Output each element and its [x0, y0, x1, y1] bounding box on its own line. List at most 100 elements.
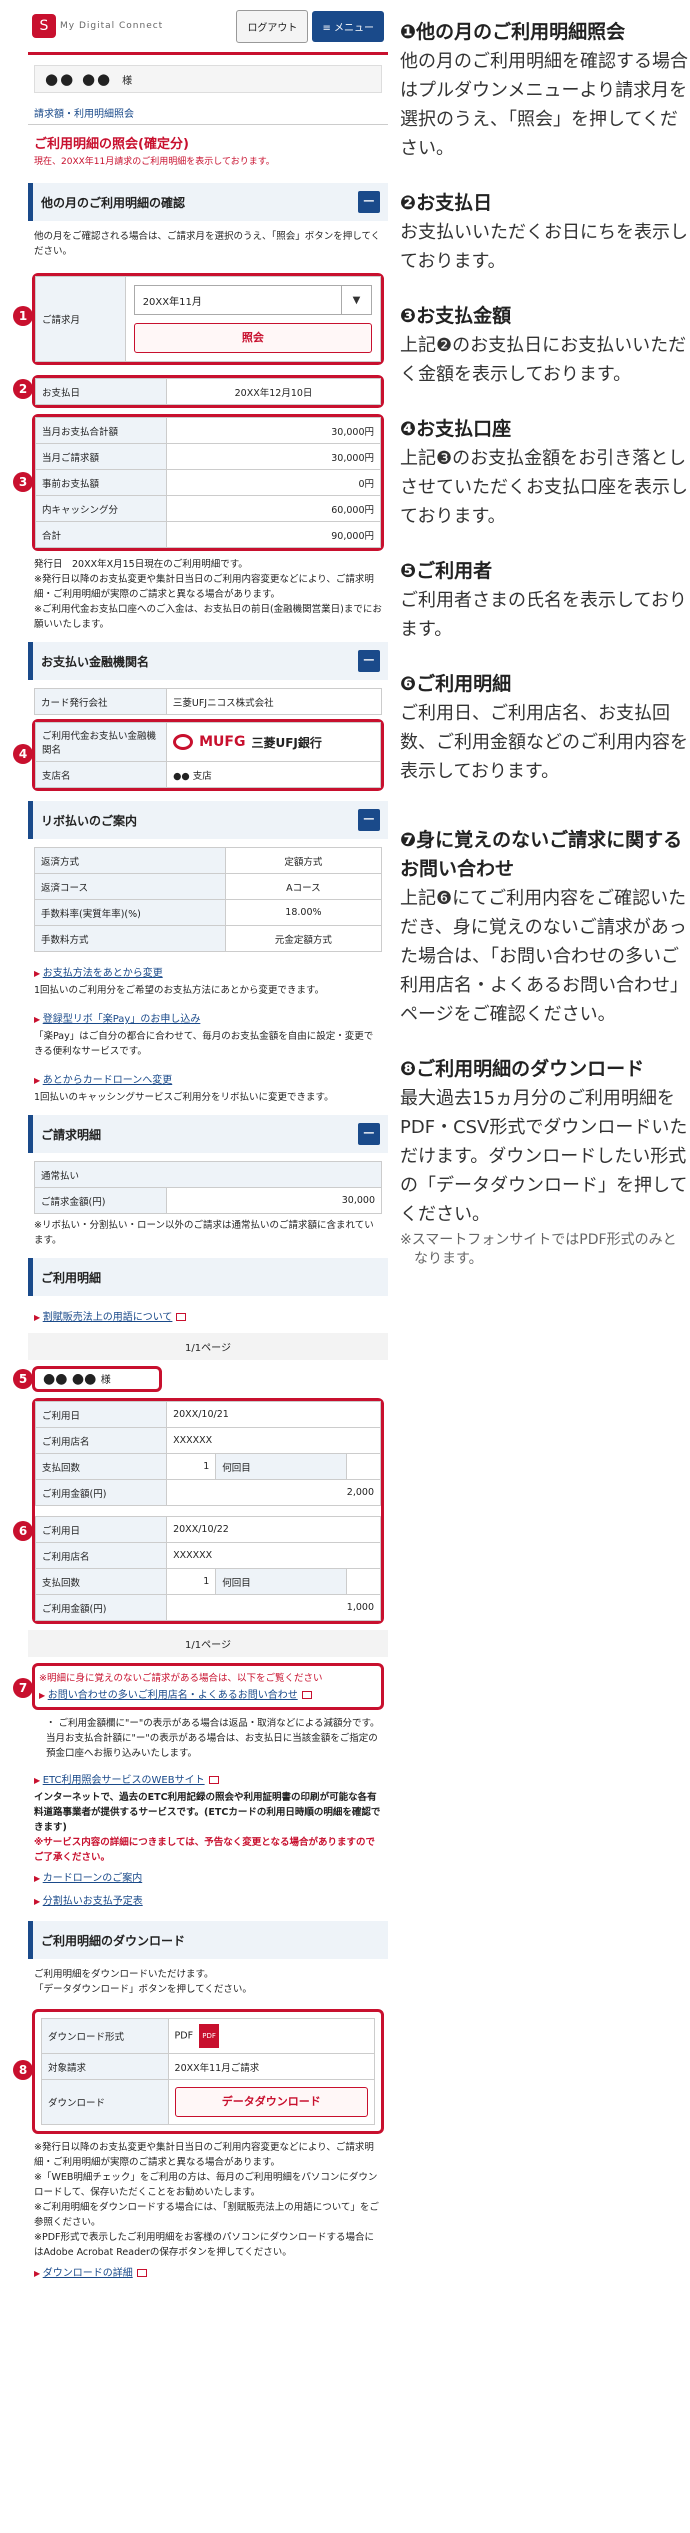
annotation-body: 他の月のご利用明細を確認する場合はプルダウンメニューより請求月を選択のうえ、「照… — [400, 51, 688, 159]
amount-label: 内キャッシング分 — [34, 495, 168, 522]
revo-link[interactable]: 登録型リボ「楽Pay」のお申し込み — [28, 1006, 388, 1029]
revo-link[interactable]: お支払方法をあとから変更 — [28, 960, 388, 983]
revo-table: 返済方式 定額方式 返済コース Aコース 手数料率(実質年率)(%) 18.00% 手数料方… — [34, 847, 383, 952]
collapse-icon[interactable]: − — [358, 809, 380, 831]
revo-label: 返済方式 — [34, 847, 226, 874]
pager-top: 1/1ページ — [28, 1333, 388, 1360]
external-link-icon — [301, 1691, 312, 1699]
usage-store-value: XXXXXX — [166, 1542, 381, 1569]
revo-link-desc: 1回払いのキャッシングサービスご利用分をリボ払いに変更できます。 — [34, 1092, 334, 1103]
amount-row: 当月ご請求額 30,000円 — [34, 443, 381, 470]
marker-4: 4 — [13, 744, 33, 764]
bank-name-label: ご利用代金お支払い金融機関名 — [34, 722, 168, 762]
revo-link[interactable]: あとからカードローンへ変更 — [28, 1067, 388, 1090]
download-format-cell[interactable]: PDF PDF — [167, 2018, 376, 2054]
bank-name-value: 三菱UFJ銀行 — [251, 735, 322, 750]
download-text: ご利用明細をダウンロードいただけます。 「データダウンロード」ボタンを押してくだ… — [34, 1969, 252, 1995]
collapse-icon[interactable]: − — [358, 191, 380, 213]
revo-value: 18.00% — [224, 899, 383, 926]
revo-link-text[interactable]: 登録型リボ「楽Pay」のお申し込み — [43, 1014, 201, 1025]
annotation-panel: ❶他の月のご利用明細照会 他の月のご利用明細を確認する場合はプルダウンメニューより… — [400, 18, 690, 1295]
usage-date-value: 20XX/10/22 — [166, 1516, 381, 1543]
mufg-logo-icon — [173, 734, 194, 750]
usage-date-label: ご利用日 — [34, 1516, 168, 1543]
section-other-month[interactable]: 他の月のご利用明細の確認 − — [28, 183, 388, 221]
cardloan-link-text[interactable]: カードローンのご案内 — [43, 1873, 143, 1884]
annotation-title: ❷お支払日 — [400, 192, 493, 214]
data-download-button[interactable]: データダウンロード — [174, 2087, 368, 2117]
logout-button[interactable]: ログアウト — [236, 9, 309, 43]
usage-count-value: 1 — [166, 1453, 217, 1480]
usage-term-link[interactable]: 割賦販売法上の用語について — [28, 1304, 388, 1327]
marker-1: 1 — [13, 306, 33, 326]
logo-text: My Digital Connect — [60, 21, 164, 31]
annotation-title: ❺ご利用者 — [400, 560, 493, 582]
usage-term-link-text[interactable]: 割賦販売法上の用語について — [43, 1312, 173, 1323]
annotation-body: 最大過去15ヵ月分のご利用明細をPDF・CSV形式でダウンロードいただけます。ダ… — [400, 1088, 688, 1225]
download-detail-link-text[interactable]: ダウンロードの詳細 — [43, 2268, 133, 2279]
billing-month-label: ご請求月 — [35, 276, 126, 362]
revo-row: 返済コース Aコース — [34, 873, 383, 900]
external-link-icon — [208, 1776, 219, 1784]
download-box: 8 ダウンロード形式 PDF PDF 対象請求 20XX年11月ご請求 ダウンロー… — [13, 2009, 384, 2134]
amount-label: 合計 — [34, 521, 168, 548]
billing-month-select[interactable]: 20XX年11月 ▼ — [133, 285, 372, 315]
logo-mark-icon: S — [32, 14, 56, 38]
annotation-body: 上記❻にてご利用内容をご確認いただき、身に覚えのないご請求があった場合は、「お問… — [400, 888, 688, 1025]
annotation-body: ご利用日、ご利用店名、お支払回数、ご利用金額などのご利用内容を表示しております。 — [400, 703, 688, 782]
annotation-item: ❸お支払金額 上記❷のお支払日にお支払いいただく金額を表示しております。 — [400, 302, 690, 389]
usage-item: ご利用日 20XX/10/22 ご利用店名 XXXXXX 支払回数 1 何回目 ご利用金… — [34, 1516, 381, 1621]
bank-name-cell: MUFG 三菱UFJ銀行 — [166, 722, 381, 762]
revo-links: お支払方法をあとから変更 1回払いのご利用分をご希望のお支払方法にあとから変更でき… — [28, 960, 388, 1105]
section-revo[interactable]: リボ払いのご案内 − — [28, 801, 388, 839]
revo-link-item: 登録型リボ「楽Pay」のお申し込み「楽Pay」はご自分の都合に合わせて、毎月のお… — [28, 1006, 388, 1059]
section-usage: ご利用明細 — [28, 1258, 388, 1296]
external-link-icon — [176, 1313, 187, 1321]
annotation-title: ❽ご利用明細のダウンロード — [400, 1058, 645, 1080]
usage-amount-value: 2,000 — [166, 1479, 381, 1506]
inquiry-link[interactable]: お問い合わせの多いご利用店名・よくあるお問い合わせ — [39, 1684, 377, 1703]
inquiry-button[interactable]: 照会 — [133, 323, 372, 353]
installment-link-text[interactable]: 分割払いお支払予定表 — [43, 1896, 143, 1907]
usage-date-label: ご利用日 — [34, 1401, 168, 1428]
statement-amount-value: 30,000 — [165, 1187, 383, 1214]
cardloan-link[interactable]: カードローンのご案内 — [28, 1865, 388, 1888]
logo[interactable]: S My Digital Connect — [32, 14, 236, 38]
download-format-value: PDF — [174, 2030, 194, 2042]
download-detail-link[interactable]: ダウンロードの詳細 — [28, 2260, 388, 2283]
collapse-icon[interactable]: − — [358, 650, 380, 672]
installment-link[interactable]: 分割払いお支払予定表 — [28, 1888, 388, 1911]
chevron-down-icon: ▼ — [341, 286, 371, 314]
section-download: ご利用明細のダウンロード — [28, 1921, 388, 1959]
usage-store-value: XXXXXX — [166, 1427, 381, 1454]
statement-note: ※リボ払い・分割払い・ローン以外のご請求は通常払いのご請求額に含まれています。 — [34, 1220, 374, 1246]
pager-bottom: 1/1ページ — [28, 1630, 388, 1657]
annotation-item: ❹お支払口座 上記❸のお支払金額をお引き落としさせていただくお支払口座を表示してお… — [400, 415, 690, 531]
download-format-label: ダウンロード形式 — [41, 2018, 169, 2054]
etc-link-text[interactable]: ETC利用照会サービスのWEBサイト — [43, 1775, 205, 1786]
statement-normal-label: 通常払い — [34, 1161, 382, 1188]
amount-table: 当月お支払合計額 30,000円 当月ご請求額 30,000円 事前お支払額 0円 内キャッ… — [34, 417, 381, 548]
download-notes: ※発行日以降のお支払変更や集計日当日のご利用内容変更などにより、ご請求明細・ご利… — [34, 2142, 379, 2258]
user-name-text: ●● ●● — [45, 70, 113, 88]
revo-link-text[interactable]: あとからカードローンへ変更 — [43, 1075, 173, 1086]
amount-value: 0円 — [166, 469, 381, 496]
breadcrumb[interactable]: 請求額・利用明細照会 — [28, 101, 388, 125]
section-title: ご請求明細 — [41, 1127, 102, 1142]
pdf-icon[interactable]: PDF — [199, 2024, 220, 2048]
section-statement[interactable]: ご請求明細 − — [28, 1115, 388, 1153]
mufg-logo-text: MUFG — [199, 734, 246, 750]
annotation-body: 上記❷のお支払日にお支払いいただく金額を表示しております。 — [400, 335, 687, 385]
menu-button[interactable]: ≡ メニュー — [312, 10, 384, 42]
section-bank[interactable]: お支払い金融機関名 − — [28, 642, 388, 680]
inquiry-link-text[interactable]: お問い合わせの多いご利用店名・よくあるお問い合わせ — [48, 1690, 298, 1701]
user-honorific: 様 — [122, 76, 133, 87]
section-title: お支払い金融機関名 — [41, 654, 150, 669]
etc-link[interactable]: ETC利用照会サービスのWEBサイト — [28, 1767, 388, 1790]
collapse-icon[interactable]: − — [358, 1123, 380, 1145]
usage-amount-label: ご利用金額(円) — [34, 1594, 168, 1621]
user-name: ●● ●● 様 — [34, 65, 382, 93]
revo-link-text[interactable]: お支払方法をあとから変更 — [43, 968, 163, 979]
pay-date-box: 2 お支払日 20XX年12月10日 — [13, 375, 384, 408]
page-subtitle: 現在、20XX年11月請求のご利用明細を表示しております。 — [34, 157, 275, 167]
